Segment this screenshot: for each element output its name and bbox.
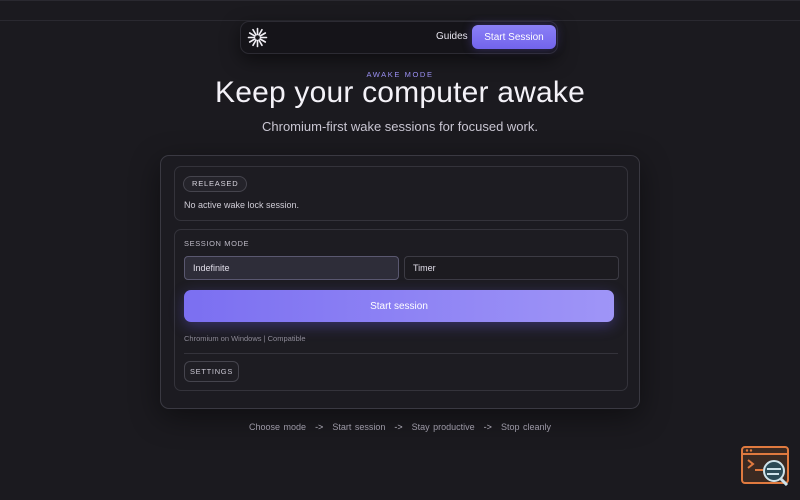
nav-guides-link[interactable]: Guides [436,31,468,42]
status-badge: RELEASED [183,176,248,192]
divider [184,353,618,354]
page-title: Keep your computer awake [214,76,585,109]
session-panel: SESSION MODE Indefinite Timer Start sess… [174,229,628,391]
mode-indefinite-button[interactable]: Indefinite [184,256,399,280]
flow-step: Stay productive [411,422,475,432]
flow-arrow: -> [394,422,403,432]
page: Guides Start Session AWAKE MODE Keep you… [0,0,800,500]
start-session-button[interactable]: Start session [184,290,614,322]
flow-step: Start session [332,422,386,432]
top-nav: Guides Start Session [240,21,558,54]
flow-arrow: -> [315,422,324,432]
session-mode-label: SESSION MODE [184,239,250,248]
settings-button[interactable]: SETTINGS [184,361,239,382]
status-panel: RELEASED No active wake lock session. [174,166,628,221]
sunburst-logo-icon[interactable] [247,27,268,48]
workflow-steps: Choose mode -> Start session -> Stay product… [0,422,800,432]
compatibility-text: Chromium on Windows | Compatible [184,334,306,343]
mode-timer-button[interactable]: Timer [404,256,619,280]
flow-step: Stop cleanly [500,422,551,432]
terminal-search-icon[interactable] [741,446,789,486]
session-card: RELEASED No active wake lock session. SE… [160,155,640,409]
top-divider [0,0,800,1]
flow-step: Choose mode [249,422,307,432]
status-text: No active wake lock session. [184,200,300,210]
page-subtitle: Chromium-first wake sessions for focused… [262,119,538,134]
flow-arrow: -> [483,422,492,432]
nav-start-session-button[interactable]: Start Session [472,25,556,49]
